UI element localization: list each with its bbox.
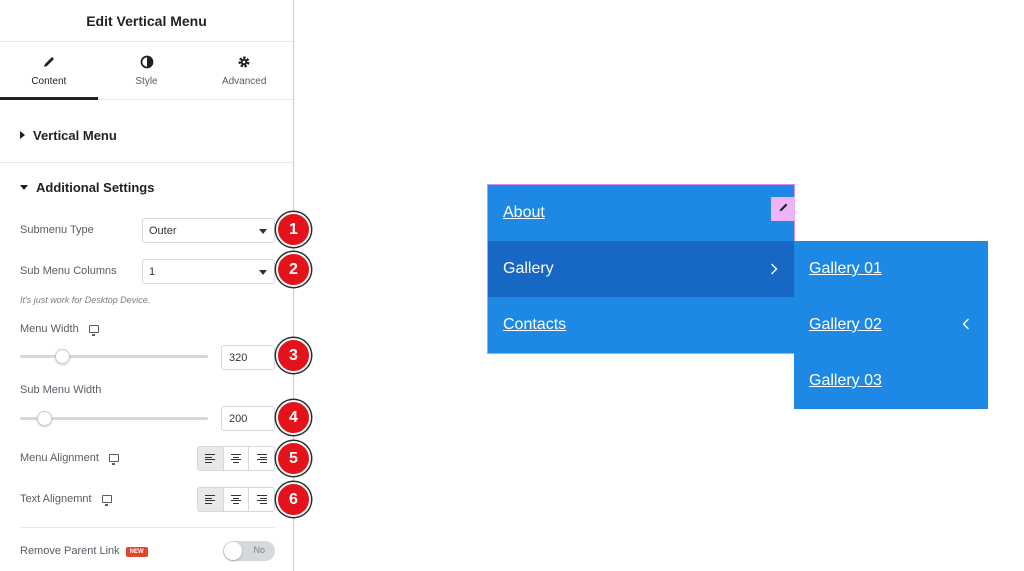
- remove-parent-link-row: Remove Parent Link NEW: [20, 545, 148, 558]
- section-additional-settings[interactable]: Additional Settings: [0, 164, 293, 210]
- step-marker-5: 5: [276, 441, 311, 476]
- caret-right-icon: [20, 131, 25, 139]
- dropdown-arrow-icon: [259, 229, 267, 234]
- align-right-icon: [256, 453, 267, 464]
- desktop-only-note: It's just work for Desktop Device.: [20, 295, 151, 305]
- section-vertical-menu[interactable]: Vertical Menu: [0, 108, 293, 163]
- step-marker-3: 3: [276, 338, 311, 373]
- tab-advanced[interactable]: Advanced: [195, 42, 293, 99]
- menu-width-slider-handle[interactable]: [55, 349, 70, 364]
- tab-content[interactable]: Content: [0, 42, 98, 100]
- submenu-type-select[interactable]: Outer: [142, 218, 275, 243]
- caret-down-icon: [20, 184, 28, 190]
- menu-item-about[interactable]: About: [488, 185, 794, 241]
- submenu-type-label: Submenu Type: [20, 224, 94, 236]
- sub-menu-width-slider-handle[interactable]: [37, 411, 52, 426]
- sub-menu-columns-value: 1: [149, 265, 156, 278]
- section-vertical-menu-label: Vertical Menu: [33, 127, 117, 143]
- remove-parent-link-label: Remove Parent Link: [20, 545, 120, 557]
- step-marker-4: 4: [276, 400, 311, 435]
- text-alignment-label-row: Text Alignemnt: [20, 493, 112, 506]
- toggle-state-text: No: [253, 545, 265, 555]
- text-align-center-button[interactable]: [224, 488, 250, 511]
- sub-menu-width-label: Sub Menu Width: [20, 384, 102, 396]
- text-align-right-button[interactable]: [249, 488, 274, 511]
- desktop-icon[interactable]: [108, 454, 119, 465]
- desktop-icon[interactable]: [88, 325, 99, 336]
- menu-width-value: 320: [229, 351, 248, 364]
- tab-style-label: Style: [135, 76, 158, 87]
- divider: [20, 527, 275, 528]
- menu-width-label-row: Menu Width: [20, 323, 99, 336]
- menu-width-input[interactable]: 320: [221, 345, 275, 370]
- align-right-button[interactable]: [249, 447, 274, 470]
- submenu-panel: Gallery 01 Gallery 02 Gallery 03: [794, 241, 988, 409]
- align-center-button[interactable]: [224, 447, 250, 470]
- panel-header: Edit Vertical Menu: [0, 0, 293, 42]
- align-left-button[interactable]: [198, 447, 224, 470]
- text-align-left-button[interactable]: [198, 488, 224, 511]
- menu-item-gallery[interactable]: Gallery: [488, 241, 794, 297]
- sub-menu-columns-label: Sub Menu Columns: [20, 265, 117, 277]
- desktop-icon[interactable]: [101, 495, 112, 506]
- section-additional-settings-label: Additional Settings: [36, 179, 155, 195]
- submenu-item-label: Gallery 02: [809, 316, 882, 333]
- sub-menu-width-value: 200: [229, 412, 248, 425]
- tab-advanced-label: Advanced: [221, 76, 267, 87]
- chevron-left-icon: [962, 317, 970, 333]
- sub-menu-width-input[interactable]: 200: [221, 406, 275, 431]
- vertical-menu-widget: About Gallery Contacts: [487, 184, 795, 354]
- submenu-item-label: Gallery 03: [809, 372, 882, 389]
- remove-parent-link-toggle[interactable]: No: [223, 541, 275, 561]
- align-left-icon: [205, 494, 216, 505]
- dropdown-arrow-icon: [259, 270, 267, 275]
- editor-screen: Edit Vertical Menu Content Style Advance…: [0, 0, 1024, 571]
- toggle-knob: [224, 542, 242, 560]
- menu-item-label: Gallery: [503, 260, 554, 277]
- sub-menu-columns-select[interactable]: 1: [142, 259, 275, 284]
- submenu-item-gallery-03[interactable]: Gallery 03: [794, 353, 988, 409]
- text-alignment-label: Text Alignemnt: [20, 493, 92, 505]
- edit-widget-button[interactable]: [771, 197, 795, 221]
- new-badge: NEW: [125, 547, 148, 557]
- submenu-type-value: Outer: [149, 224, 177, 237]
- tab-content-label: Content: [31, 76, 67, 87]
- contrast-icon: [139, 54, 155, 70]
- step-marker-1: 1: [276, 212, 311, 247]
- chevron-right-icon: [770, 262, 778, 278]
- menu-alignment-label: Menu Alignment: [20, 452, 99, 464]
- step-marker-2: 2: [276, 252, 311, 287]
- menu-width-slider[interactable]: [20, 349, 208, 364]
- align-left-icon: [205, 453, 216, 464]
- menu-item-label: About: [503, 204, 545, 221]
- pencil-icon: [778, 200, 789, 218]
- menu-item-contacts[interactable]: Contacts: [488, 297, 794, 353]
- menu-width-label: Menu Width: [20, 323, 79, 335]
- sub-menu-width-slider[interactable]: [20, 411, 208, 426]
- panel-tabs: Content Style Advanced: [0, 42, 293, 100]
- align-center-icon: [231, 494, 241, 505]
- gear-icon: [236, 54, 252, 70]
- submenu-item-label: Gallery 01: [809, 260, 882, 277]
- menu-alignment-group: [197, 446, 275, 471]
- editor-panel: Edit Vertical Menu Content Style Advance…: [0, 0, 294, 571]
- align-center-icon: [231, 453, 241, 464]
- pencil-icon: [41, 54, 57, 70]
- submenu-item-gallery-02[interactable]: Gallery 02: [794, 297, 988, 353]
- text-alignment-group: [197, 487, 275, 512]
- submenu-item-gallery-01[interactable]: Gallery 01: [794, 241, 988, 297]
- panel-title: Edit Vertical Menu: [86, 12, 207, 29]
- step-marker-6: 6: [276, 482, 311, 517]
- align-right-icon: [256, 494, 267, 505]
- menu-item-label: Contacts: [503, 316, 567, 333]
- menu-alignment-label-row: Menu Alignment: [20, 452, 119, 465]
- tab-style[interactable]: Style: [98, 42, 196, 99]
